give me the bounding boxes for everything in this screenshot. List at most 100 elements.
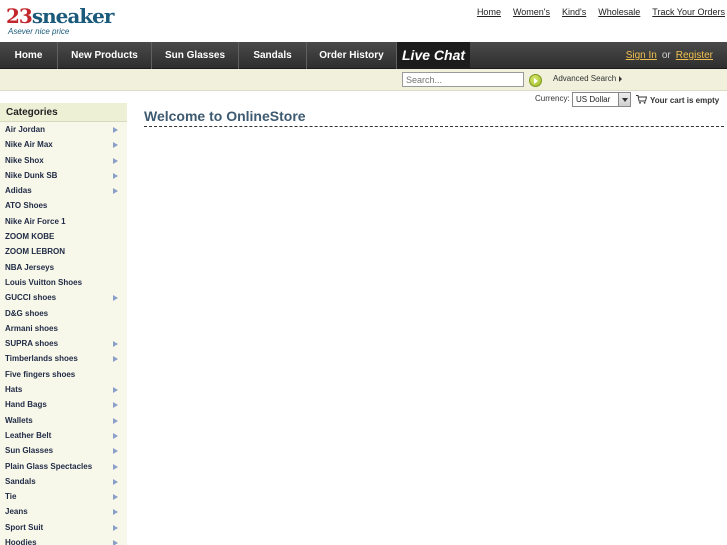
category-item[interactable]: Nike Air Max xyxy=(0,137,127,152)
submenu-arrow-icon xyxy=(113,540,118,545)
category-item[interactable]: GUCCI shoes xyxy=(0,290,127,305)
cart-status[interactable]: Your cart is empty xyxy=(636,95,719,105)
category-item[interactable]: Sport Suit xyxy=(0,520,127,535)
nav-item-sandals[interactable]: Sandals xyxy=(239,42,307,69)
currency-selected-value: US Dollar xyxy=(576,95,611,104)
category-item[interactable]: Nike Air Force 1 xyxy=(0,214,127,229)
sign-in-link[interactable]: Sign In xyxy=(626,50,657,61)
category-item-label: D&G shoes xyxy=(5,308,49,318)
submenu-arrow-icon xyxy=(113,341,118,348)
category-item[interactable]: Plain Glass Spectacles xyxy=(0,459,127,474)
title-divider xyxy=(144,126,724,127)
category-item[interactable]: Air Jordan xyxy=(0,122,127,137)
categories-title: Categories xyxy=(0,103,127,122)
category-item[interactable]: Sandals xyxy=(0,474,127,489)
category-item-label: Nike Air Force 1 xyxy=(5,216,66,226)
category-item-label: Adidas xyxy=(5,186,32,196)
submenu-arrow-icon xyxy=(113,127,118,133)
category-item-label: Louis Vuitton Shoes xyxy=(5,277,83,287)
category-item[interactable]: Sun Glasses xyxy=(0,443,127,458)
category-item[interactable]: Leather Belt xyxy=(0,428,127,443)
category-item-label: ZOOM KOBE xyxy=(5,232,55,242)
page-title: Welcome to OnlineStore xyxy=(144,108,306,124)
submenu-arrow-icon xyxy=(113,387,118,394)
currency-label: Currency: xyxy=(535,94,570,103)
category-item[interactable]: Wallets xyxy=(0,413,127,428)
category-item[interactable]: Hoodies xyxy=(0,535,127,545)
nav-item-order-history[interactable]: Order History xyxy=(307,42,397,69)
auth-or-text: or xyxy=(661,50,671,61)
logo-wordmark: 23sneaker xyxy=(6,4,115,28)
category-item[interactable]: Nike Dunk SB xyxy=(0,168,127,183)
nav-item-new-products[interactable]: New Products xyxy=(58,42,152,69)
submenu-arrow-icon xyxy=(113,157,118,164)
categories-list: Air Jordan Nike Air Max Nike Shox Nike Dunk… xyxy=(0,122,127,545)
site-header: 23sneaker Asever nice price Home Women's… xyxy=(0,0,727,42)
category-item[interactable]: SUPRA shoes xyxy=(0,336,127,351)
top-link-track-orders[interactable]: Track Your Orders xyxy=(652,7,725,17)
nav-item-home[interactable]: Home xyxy=(0,42,58,69)
main-nav: Home New Products Sun Glasses Sandals Or… xyxy=(0,42,727,69)
advanced-search-link[interactable]: Advanced Search xyxy=(553,74,623,83)
category-item-label: Armani shoes xyxy=(5,323,58,333)
chevron-down-icon[interactable] xyxy=(618,93,630,106)
search-input[interactable] xyxy=(402,72,524,87)
top-link-home[interactable]: Home xyxy=(477,7,501,17)
category-item-label: ZOOM LEBRON xyxy=(5,247,65,257)
category-item[interactable]: D&G shoes xyxy=(0,306,127,321)
top-link-womens[interactable]: Women's xyxy=(513,7,550,17)
submenu-arrow-icon xyxy=(113,524,118,531)
cart-status-text: Your cart is empty xyxy=(650,96,720,105)
register-link[interactable]: Register xyxy=(676,50,713,61)
category-item[interactable]: Timberlands shoes xyxy=(0,351,127,366)
category-item-label: Timberlands shoes xyxy=(5,354,78,364)
advanced-search-label: Advanced Search xyxy=(553,74,617,83)
category-item-label: Tie xyxy=(5,492,17,502)
category-item[interactable]: Nike Shox xyxy=(0,153,127,168)
search-go-icon[interactable] xyxy=(529,74,542,87)
live-chat-button[interactable]: Live Chat xyxy=(397,42,471,69)
category-item-label: Five fingers shoes xyxy=(5,369,76,379)
submenu-arrow-icon xyxy=(113,509,118,516)
nav-items: Home New Products Sun Glasses Sandals Or… xyxy=(0,42,471,69)
top-links: Home Women's Kind's Wholesale Track Your… xyxy=(477,7,725,17)
top-link-wholesale[interactable]: Wholesale xyxy=(598,7,640,17)
category-item[interactable]: Five fingers shoes xyxy=(0,367,127,382)
submenu-arrow-icon xyxy=(113,494,118,501)
category-item[interactable]: Hand Bags xyxy=(0,397,127,412)
site-logo[interactable]: 23sneaker Asever nice price xyxy=(6,4,114,38)
auth-links: Sign In or Register xyxy=(626,42,713,69)
category-item-label: ATO Shoes xyxy=(5,201,48,211)
category-item[interactable]: Tie xyxy=(0,489,127,504)
category-item[interactable]: NBA Jerseys xyxy=(0,260,127,275)
category-item[interactable]: ATO Shoes xyxy=(0,198,127,213)
submenu-arrow-icon xyxy=(113,417,118,424)
currency-select[interactable]: US Dollar xyxy=(572,92,631,107)
shopping-cart-icon xyxy=(636,95,647,104)
nav-item-sun-glasses[interactable]: Sun Glasses xyxy=(152,42,239,69)
category-item[interactable]: Jeans xyxy=(0,504,127,519)
top-link-kinds[interactable]: Kind's xyxy=(562,7,586,17)
category-item-label: Sun Glasses xyxy=(5,446,54,456)
category-item-label: Nike Air Max xyxy=(5,140,53,150)
submenu-arrow-icon xyxy=(113,463,118,470)
logo-word: sneaker xyxy=(31,4,115,28)
category-item[interactable]: Hats xyxy=(0,382,127,397)
category-item[interactable]: ZOOM KOBE xyxy=(0,229,127,244)
category-item-label: Nike Dunk SB xyxy=(5,170,58,180)
category-item[interactable]: Armani shoes xyxy=(0,321,127,336)
category-item[interactable]: Adidas xyxy=(0,183,127,198)
category-item[interactable]: ZOOM LEBRON xyxy=(0,244,127,259)
submenu-arrow-icon xyxy=(113,478,118,485)
category-item-label: Leather Belt xyxy=(5,430,52,440)
submenu-arrow-icon xyxy=(113,356,118,363)
submenu-arrow-icon xyxy=(113,432,118,439)
logo-number: 23 xyxy=(6,4,33,28)
triangle-right-icon xyxy=(619,75,623,82)
submenu-arrow-icon xyxy=(113,448,118,455)
category-item-label: Wallets xyxy=(5,415,33,425)
category-item-label: NBA Jerseys xyxy=(5,262,55,272)
category-item-label: Hats xyxy=(5,385,23,395)
category-item[interactable]: Louis Vuitton Shoes xyxy=(0,275,127,290)
category-item-label: Jeans xyxy=(5,507,28,517)
